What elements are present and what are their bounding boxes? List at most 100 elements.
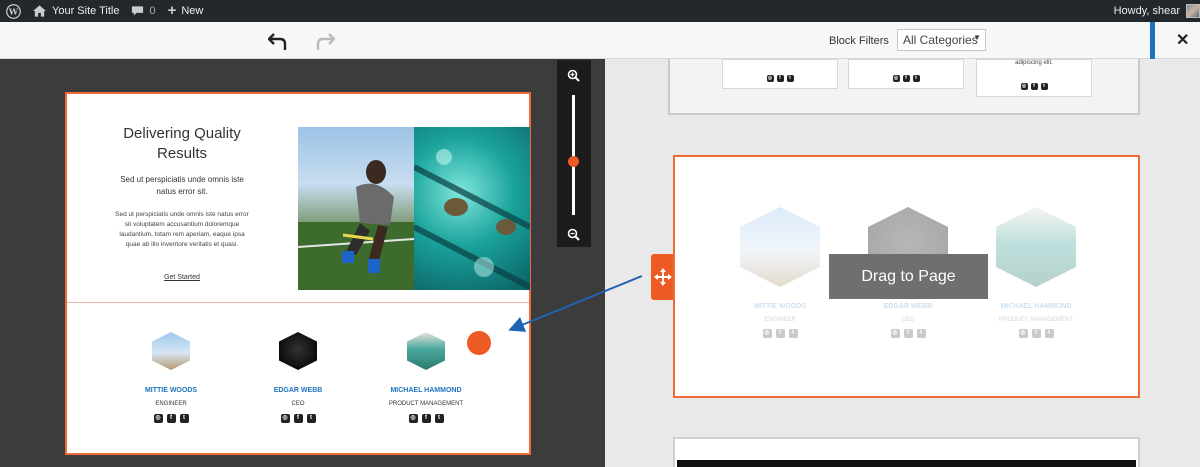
team-member-name: MITTIE WOODS [753, 303, 807, 310]
team-member-role: PRODUCT MANAGEMENT [388, 401, 464, 407]
social-links: ◎ f t [126, 414, 216, 423]
move-icon [654, 268, 672, 286]
twitter-icon[interactable]: t [179, 414, 189, 423]
soccer-player-photo [298, 127, 414, 290]
section-divider [67, 302, 529, 303]
team-member-name: MICHAEL HAMMOND [1000, 303, 1072, 310]
zoom-control [557, 60, 591, 247]
instagram-icon[interactable]: ◎ [408, 414, 418, 423]
facebook-icon[interactable]: f [1030, 83, 1038, 90]
twitter-icon[interactable]: t [434, 414, 444, 423]
plus-icon: + [167, 2, 177, 19]
instagram-icon: ◎ [890, 329, 900, 338]
facebook-icon[interactable]: f [776, 75, 784, 82]
zoom-in-icon[interactable] [567, 69, 580, 87]
team-member-card: EDGAR WEBB CEO ◎ f t [253, 332, 343, 423]
instagram-icon[interactable]: ◎ [280, 414, 290, 423]
drag-to-page-label: Drag to Page [829, 254, 988, 299]
social-links: ◎ f t [725, 329, 835, 338]
mini-team-card: ◎ f t [722, 59, 838, 89]
account-menu[interactable]: Howdy, shear [1114, 0, 1200, 22]
instagram-icon: ◎ [1018, 329, 1028, 338]
team-member-name[interactable]: EDGAR WEBB [253, 387, 343, 394]
team-member-card: MITTIE WOODS ENGINEER ◎ f t [126, 332, 216, 423]
team-member-role: ENGINEER [155, 401, 187, 407]
team-member-role: CEO [291, 401, 305, 407]
block-filters-label: Block Filters [829, 35, 889, 47]
greeting: Howdy, shear [1113, 5, 1180, 17]
category-select[interactable]: All Categories ▼ [897, 29, 986, 51]
team-member-role: CEO [901, 317, 915, 323]
social-links: ◎ f t [381, 414, 471, 423]
team-member-card: MICHAEL HAMMOND PRODUCT MANAGEMENT ◎ f t [381, 332, 471, 423]
wordpress-logo-icon[interactable]: W [0, 0, 27, 22]
team-member-photo [996, 207, 1076, 287]
facebook-icon: f [903, 329, 913, 338]
team-member-role: ENGINEER [764, 317, 796, 323]
category-select-value: All Categories [903, 33, 978, 47]
team-member-name[interactable]: MICHAEL HAMMOND [381, 387, 471, 394]
panel-accent-bar [1150, 22, 1155, 59]
dark-section-preview [677, 460, 1136, 467]
twitter-icon[interactable]: t [306, 414, 316, 423]
instagram-icon: ◎ [762, 329, 772, 338]
team-member-photo [152, 332, 190, 370]
twitter-icon: t [1044, 329, 1054, 338]
site-title-link[interactable]: Your Site Title [27, 0, 125, 22]
ghost-team-member: MICHAEL HAMMOND PRODUCT MANAGEMENT ◎ f t [981, 207, 1091, 338]
instagram-icon[interactable]: ◎ [153, 414, 163, 423]
social-links: ◎ f t [849, 75, 963, 82]
hero-body-text: Sed ut perspiciatis unde omnis iste natu… [115, 211, 249, 248]
team-member-name: EDGAR WEBB [883, 303, 933, 310]
social-links: ◎ f t [977, 83, 1091, 90]
canvas-section-above: ◎ f t ◎ f t adipiscing elit. ◎ f t [668, 59, 1140, 115]
admin-bar: W Your Site Title 0 + New Howdy, shear [0, 0, 1200, 22]
zoom-slider-track[interactable] [572, 95, 575, 215]
instagram-icon[interactable]: ◎ [1020, 83, 1028, 90]
twitter-icon[interactable]: t [786, 75, 794, 82]
redo-icon[interactable] [315, 31, 336, 56]
team-member-name[interactable]: MITTIE WOODS [126, 387, 216, 394]
comments-link[interactable]: 0 [125, 0, 161, 22]
facebook-icon[interactable]: f [421, 414, 431, 423]
social-links: ◎ f t [723, 75, 837, 82]
swimmer-photo [414, 127, 530, 290]
mini-team-card: adipiscing elit. ◎ f t [976, 59, 1092, 97]
zoom-slider-handle[interactable] [568, 156, 579, 167]
undo-icon[interactable] [267, 31, 288, 56]
zoom-out-icon[interactable] [567, 228, 580, 246]
team-member-role: PRODUCT MANAGEMENT [998, 317, 1074, 323]
twitter-icon: t [916, 329, 926, 338]
twitter-icon: t [788, 329, 798, 338]
mini-team-card: ◎ f t [848, 59, 964, 89]
twitter-icon[interactable]: t [1040, 83, 1048, 90]
close-icon[interactable]: ✕ [1176, 30, 1189, 50]
chevron-down-icon: ▼ [973, 33, 981, 42]
instagram-icon[interactable]: ◎ [892, 75, 900, 82]
twitter-icon[interactable]: t [912, 75, 920, 82]
facebook-icon: f [775, 329, 785, 338]
facebook-icon[interactable]: f [293, 414, 303, 423]
social-links: ◎ f t [853, 329, 963, 338]
canvas-section-below [673, 437, 1140, 467]
facebook-icon[interactable]: f [166, 414, 176, 423]
avatar [1186, 4, 1200, 18]
home-icon [33, 5, 46, 17]
new-label: New [181, 5, 204, 17]
instagram-icon[interactable]: ◎ [766, 75, 774, 82]
team-member-photo [279, 332, 317, 370]
page-drop-zone[interactable]: MITTIE WOODS ENGINEER ◎ f t EDGAR WEBB C… [673, 155, 1140, 398]
new-content-link[interactable]: + New [162, 0, 210, 22]
ghost-team-member: MITTIE WOODS ENGINEER ◎ f t [725, 207, 835, 338]
social-links: ◎ f t [981, 329, 1091, 338]
facebook-icon: f [1031, 329, 1041, 338]
facebook-icon[interactable]: f [902, 75, 910, 82]
block-preview-card[interactable]: Delivering Quality Results Sed ut perspi… [65, 92, 531, 455]
move-handle[interactable] [651, 254, 675, 300]
svg-text:W: W [8, 6, 19, 16]
team-member-photo [740, 207, 820, 287]
comment-icon [132, 6, 144, 16]
site-title: Your Site Title [52, 5, 120, 17]
drag-indicator-dot[interactable] [467, 331, 491, 355]
get-started-link[interactable]: Get Started [112, 274, 252, 281]
